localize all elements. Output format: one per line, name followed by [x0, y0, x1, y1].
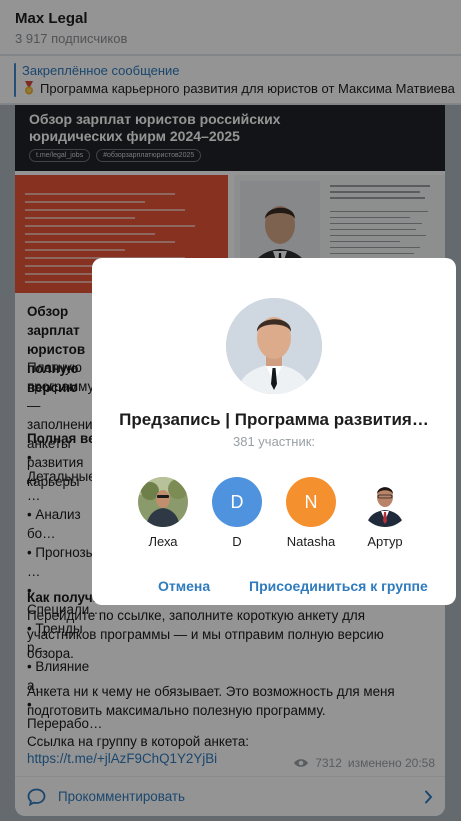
member-avatar: [360, 477, 410, 527]
member-name: Артур: [367, 534, 403, 549]
member-avatar: N: [286, 477, 336, 527]
member-item[interactable]: Леха: [128, 477, 198, 549]
member-item[interactable]: Артур: [350, 477, 420, 549]
member-list: Леха D D N Natasha Артур: [92, 477, 456, 549]
member-avatar: [138, 477, 188, 527]
join-group-dialog: Предзапись | Программа развития… 381 уча…: [92, 258, 456, 605]
group-title: Предзапись | Программа развития…: [119, 410, 429, 429]
member-count: 381 участник:: [233, 434, 315, 449]
member-name: D: [232, 534, 242, 549]
cancel-button[interactable]: Отмена: [158, 578, 210, 594]
member-avatar: D: [212, 477, 262, 527]
group-avatar: [226, 298, 322, 394]
member-item[interactable]: D D: [202, 477, 272, 549]
join-group-button[interactable]: Присоединиться к группе: [249, 578, 428, 594]
member-item[interactable]: N Natasha: [276, 477, 346, 549]
group-avatar-photo: [226, 298, 322, 394]
member-name: Леха: [148, 534, 178, 549]
member-name: Natasha: [286, 534, 336, 549]
